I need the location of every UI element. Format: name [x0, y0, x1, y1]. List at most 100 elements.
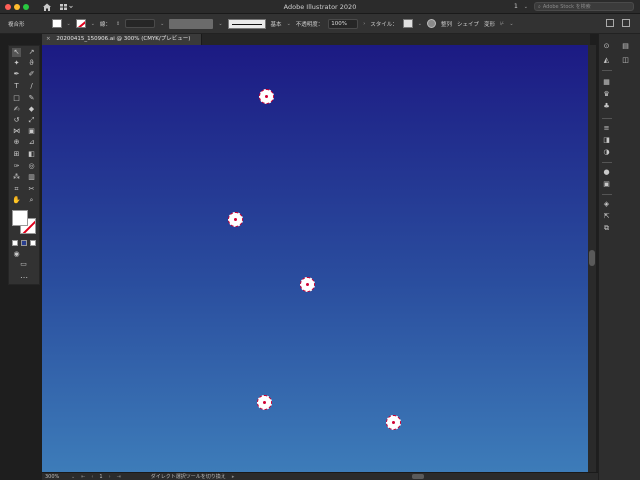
home-icon[interactable]: [42, 2, 52, 12]
status-menu-icon[interactable]: ▸: [232, 474, 235, 480]
fill-color-swatch[interactable]: [51, 19, 62, 28]
line-tool-icon[interactable]: /: [27, 82, 36, 91]
fill-swatch[interactable]: [12, 210, 28, 226]
rectangle-tool-icon[interactable]: □: [12, 94, 21, 103]
type-tool-icon[interactable]: T: [12, 82, 21, 91]
vertical-scrollbar[interactable]: [588, 45, 596, 472]
graphic-styles-icon[interactable]: ▣: [602, 180, 611, 189]
mesh-tool-icon[interactable]: ⊞: [12, 150, 21, 159]
shaper-tool-icon[interactable]: ✍: [12, 105, 21, 114]
transparency-panel-icon[interactable]: ◑: [602, 148, 611, 157]
selected-anchor-point[interactable]: [258, 88, 274, 104]
perspective-grid-tool-icon[interactable]: ⊿: [27, 138, 36, 147]
selection-tool-icon[interactable]: ↖: [12, 48, 21, 57]
recolor-artwork-icon[interactable]: [427, 19, 436, 28]
brushes-icon[interactable]: ♛: [602, 90, 611, 99]
scale-tool-icon[interactable]: ⤢: [27, 116, 36, 125]
shape-button[interactable]: シェイプ: [457, 20, 479, 28]
asset-export-icon[interactable]: ⇱: [602, 212, 611, 221]
minimize-window-button[interactable]: [14, 4, 20, 10]
lasso-tool-icon[interactable]: ϑ: [27, 59, 36, 68]
graphic-style-swatch[interactable]: [402, 19, 413, 28]
last-artboard-icon[interactable]: ⇥: [117, 474, 121, 480]
stroke-weight-input[interactable]: [125, 19, 156, 28]
workspace-icon[interactable]: [60, 3, 74, 11]
magic-wand-tool-icon[interactable]: ✦: [12, 59, 21, 68]
current-tool-status[interactable]: ダイレクト選択ツールを切り換え: [151, 473, 226, 480]
page-indicator[interactable]: 1: [514, 3, 518, 10]
chevron-down-icon[interactable]: ⌄: [524, 4, 528, 10]
close-window-button[interactable]: [5, 4, 11, 10]
curvature-tool-icon[interactable]: ✐: [27, 70, 36, 79]
first-artboard-icon[interactable]: ⇤: [81, 474, 85, 480]
swatches-icon[interactable]: ▦: [602, 78, 611, 87]
eyedropper-tool-icon[interactable]: ✑: [12, 162, 21, 171]
eraser-tool-icon[interactable]: ◆: [27, 105, 36, 114]
close-tab-icon[interactable]: ×: [46, 36, 51, 42]
screen-mode-icon[interactable]: ▭: [19, 260, 28, 269]
color-guide-icon[interactable]: ⊙: [602, 42, 611, 51]
color-mode-button[interactable]: [12, 240, 18, 246]
none-mode-button[interactable]: [30, 240, 36, 246]
selected-anchor-point[interactable]: [227, 211, 243, 227]
stroke-panel-icon[interactable]: ≡: [602, 124, 611, 133]
variable-width-profile[interactable]: [169, 18, 214, 29]
column-graph-tool-icon[interactable]: ▥: [27, 173, 36, 182]
isolate-icon[interactable]: ⊬: [500, 21, 504, 27]
chevron-down-icon[interactable]: ⌄: [71, 474, 75, 480]
gradient-panel-icon[interactable]: ◨: [602, 136, 611, 145]
edit-toolbar-icon[interactable]: ⋯: [9, 274, 39, 282]
chevron-down-icon[interactable]: ⌄: [67, 21, 71, 27]
artboard-canvas[interactable]: [42, 45, 588, 472]
horizontal-scroll-thumb[interactable]: [412, 474, 424, 479]
properties-icon[interactable]: ▤: [621, 42, 630, 51]
chevron-down-icon[interactable]: ⌄: [160, 21, 164, 27]
chevron-down-icon[interactable]: ⌄: [509, 21, 513, 27]
align-button[interactable]: 整列: [441, 20, 452, 28]
panel-toggle-icon[interactable]: [622, 19, 630, 27]
previous-artboard-icon[interactable]: ‹: [91, 474, 93, 480]
artboards-panel-icon[interactable]: ⧉: [602, 224, 611, 233]
symbols-icon[interactable]: ♣: [602, 102, 611, 111]
opacity-input[interactable]: 100%: [328, 18, 359, 29]
hand-tool-icon[interactable]: ✋: [12, 196, 21, 205]
artboard-number-field[interactable]: 1: [99, 474, 102, 480]
shape-builder-tool-icon[interactable]: ⊕: [12, 138, 21, 147]
free-transform-tool-icon[interactable]: ▣: [27, 127, 36, 136]
vertical-scroll-thumb[interactable]: [589, 250, 595, 266]
selected-anchor-point[interactable]: [256, 394, 272, 410]
gradient-mode-button[interactable]: [21, 240, 27, 246]
stepper-icon[interactable]: ⇕: [116, 21, 120, 27]
blend-tool-icon[interactable]: ◎: [27, 162, 36, 171]
pen-tool-icon[interactable]: ✒: [12, 70, 21, 79]
paintbrush-tool-icon[interactable]: ✎: [27, 94, 36, 103]
chevron-down-icon[interactable]: ⌄: [218, 21, 222, 27]
image-trace-icon[interactable]: ◭: [602, 56, 611, 65]
slice-tool-icon[interactable]: ✂: [27, 185, 36, 194]
width-tool-icon[interactable]: ⋈: [12, 127, 21, 136]
zoom-level-field[interactable]: 300%: [45, 474, 65, 480]
opacity-label[interactable]: 不透明度：: [296, 20, 324, 28]
next-artboard-icon[interactable]: ›: [109, 474, 111, 480]
artboard-tool-icon[interactable]: ⌗: [12, 185, 21, 194]
selected-anchor-point[interactable]: [385, 414, 401, 430]
zoom-tool-icon[interactable]: ⌕: [27, 196, 36, 205]
gradient-tool-icon[interactable]: ◧: [27, 150, 36, 159]
layers-panel-icon[interactable]: ◈: [602, 200, 611, 209]
appearance-panel-icon[interactable]: ●: [602, 168, 611, 177]
symbol-sprayer-tool-icon[interactable]: ⁂: [12, 173, 21, 182]
libraries-icon[interactable]: ◫: [621, 56, 630, 65]
arrange-documents-icon[interactable]: [606, 19, 614, 27]
transform-button[interactable]: 変形: [484, 20, 495, 28]
direct-selection-tool-icon[interactable]: ↗: [27, 48, 36, 57]
stroke-color-swatch[interactable]: [75, 19, 86, 28]
zoom-window-button[interactable]: [23, 4, 29, 10]
rotate-tool-icon[interactable]: ↺: [12, 116, 21, 125]
brush-definition-swatch[interactable]: [227, 18, 266, 29]
selected-anchor-point[interactable]: [299, 276, 315, 292]
chevron-down-icon[interactable]: ⌄: [418, 21, 422, 27]
draw-mode-icon[interactable]: ◉: [12, 250, 21, 259]
chevron-down-icon[interactable]: ⌄: [91, 21, 95, 27]
chevron-down-icon[interactable]: ⌄: [287, 21, 291, 27]
chevron-right-icon[interactable]: ›: [363, 21, 365, 27]
